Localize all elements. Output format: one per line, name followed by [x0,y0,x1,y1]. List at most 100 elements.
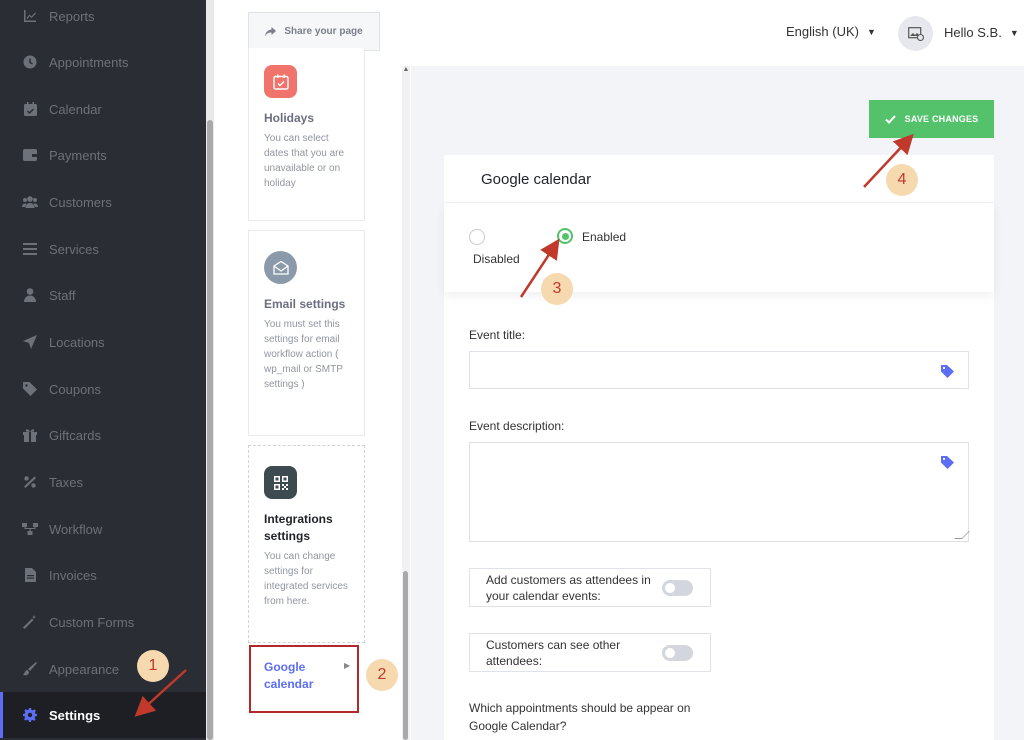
radio-enabled-label: Enabled [582,230,627,244]
calendar-check-icon [264,65,297,98]
language-select[interactable]: English (UK) ▼ [786,24,876,39]
gear-icon [22,707,38,723]
settings-list-scrollbar-thumb[interactable] [403,571,408,740]
sidebar-item-custom-forms[interactable]: Custom Forms [0,599,206,645]
card-description: You must set this settings for email wor… [264,319,343,390]
sidebar-item-locations[interactable]: Locations [0,319,206,365]
card-description: You can change settings for integrated s… [264,551,348,607]
wallet-icon [22,147,38,163]
sidebar: Reports Appointments Calendar Payments C… [0,0,206,740]
user-greeting: Hello S.B. [944,25,1002,40]
sidebar-item-workflow[interactable]: Workflow [0,506,206,552]
wand-icon [22,614,38,630]
workflow-icon [22,521,38,537]
settings-card-holidays[interactable]: Holidays You can select dates that you a… [248,48,365,221]
sidebar-item-label: Staff [49,287,76,303]
settings-list-scrollbar[interactable]: ▲ [402,66,410,740]
radio-disabled[interactable] [469,229,485,245]
sidebar-item-appearance[interactable]: Appearance [0,646,206,692]
caret-right-icon: ▶ [344,661,351,670]
save-changes-label: SAVE CHANGES [904,114,979,124]
sidebar-item-label: Invoices [49,567,97,583]
appointments-question-label: Which appointments should be appear on G… [469,701,691,733]
see-attendees-label: Customers can see other attendees: [486,638,621,668]
list-icon [22,241,38,257]
radio-enabled[interactable] [557,228,573,244]
sidebar-scrollbar[interactable] [206,0,214,740]
settings-card-email[interactable]: Email settings You must set this setting… [248,230,365,436]
share-icon [265,26,277,36]
qr-code-icon [264,466,297,499]
clock-icon [22,54,38,70]
sidebar-item-customers[interactable]: Customers [0,179,206,225]
event-title-label: Event title: [469,328,526,342]
scroll-up-icon[interactable]: ▲ [402,66,410,73]
sidebar-item-taxes[interactable]: Taxes [0,459,206,505]
users-icon [22,194,38,210]
sidebar-item-giftcards[interactable]: Giftcards [0,412,206,458]
gift-icon [22,427,38,443]
sidebar-item-label: Calendar [49,101,102,117]
sidebar-item-payments[interactable]: Payments [0,132,206,178]
resize-handle[interactable] [954,531,970,539]
sidebar-scrollbar-thumb[interactable] [207,120,213,740]
status-radio-group [444,203,994,292]
see-attendees-toggle[interactable] [662,645,693,661]
sidebar-item-label: Locations [49,334,105,350]
add-attendees-label: Add customers as attendees in your calen… [486,573,651,603]
card-title: Integrations settings [264,512,333,543]
user-menu[interactable]: Hello S.B. ▼ [944,25,1019,40]
sidebar-item-invoices[interactable]: Invoices [0,552,206,598]
see-attendees-toggle-row: Customers can see other attendees: [469,633,711,672]
file-icon [22,567,38,583]
chevron-down-icon: ▼ [866,26,876,37]
sidebar-item-label: Reports [49,8,95,24]
annotation-step-4: 4 [886,164,918,196]
avatar[interactable] [898,16,933,51]
add-attendees-toggle[interactable] [662,580,693,596]
sidebar-item-label: Taxes [49,474,83,490]
add-attendees-toggle-row: Add customers as attendees in your calen… [469,568,711,607]
check-icon [884,114,896,124]
share-page-label: Share your page [284,26,363,37]
card-description: You can select dates that you are unavai… [264,133,345,189]
tag-icon[interactable] [941,365,955,383]
sidebar-item-coupons[interactable]: Coupons [0,366,206,412]
tag-icon [22,381,38,397]
location-arrow-icon [22,334,38,350]
envelope-icon [264,251,297,284]
brush-icon [22,661,38,677]
sidebar-item-label: Services [49,241,99,257]
sidebar-item-label: Payments [49,147,107,163]
card-title: Email settings [264,297,346,311]
sidebar-item-services[interactable]: Services [0,226,206,272]
sidebar-item-appointments[interactable]: Appointments [0,39,206,85]
radio-disabled-label: Disabled [473,252,520,266]
annotation-step-1: 1 [137,650,169,682]
sidebar-item-reports[interactable]: Reports [0,0,206,39]
annotation-step-3: 3 [541,273,573,305]
chart-icon [22,8,38,24]
sidebar-item-label: Settings [49,707,101,723]
google-calendar-link-label: Google calendar [264,660,314,691]
settings-item-google-calendar[interactable]: Google calendar ▶ [249,645,359,713]
user-image-icon [907,26,924,41]
settings-card-integrations[interactable]: Integrations settings You can change set… [248,445,365,643]
sidebar-item-label: Coupons [49,381,102,397]
chevron-down-icon: ▼ [1009,27,1019,38]
sidebar-item-label: Workflow [49,521,103,537]
percent-icon [22,474,38,490]
sidebar-item-label: Appointments [49,54,129,70]
event-title-input[interactable] [469,351,969,389]
sidebar-item-settings[interactable]: Settings [0,692,206,738]
sidebar-item-calendar[interactable]: Calendar [0,86,206,132]
sidebar-item-staff[interactable]: Staff [0,272,206,318]
sidebar-item-label: Custom Forms [49,614,135,630]
save-changes-button[interactable]: SAVE CHANGES [869,100,994,138]
card-title: Holidays [264,111,315,125]
event-description-label: Event description: [469,419,565,433]
share-page-button[interactable]: Share your page [248,12,380,51]
sidebar-item-label: Appearance [49,661,120,677]
event-description-textarea[interactable] [469,442,970,542]
tag-icon[interactable] [941,456,955,474]
